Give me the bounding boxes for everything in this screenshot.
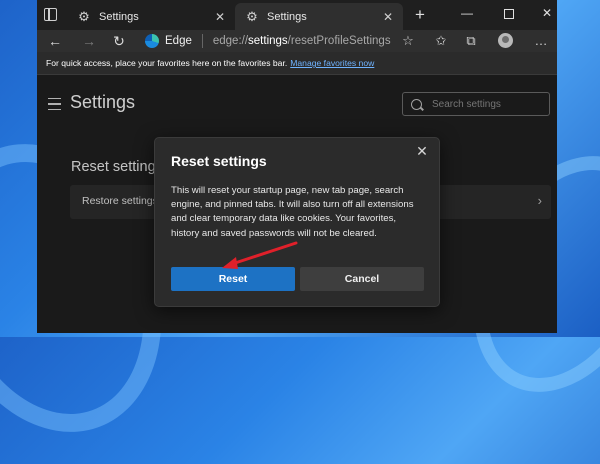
add-favorite-star-icon[interactable]: ☆ <box>399 30 417 52</box>
url-host: settings <box>248 35 288 47</box>
tab-title: Settings <box>267 10 307 23</box>
favorites-bar-hint: For quick access, place your favorites h… <box>46 58 288 68</box>
tab-close-icon[interactable]: ✕ <box>213 10 227 24</box>
tab-close-icon[interactable]: ✕ <box>381 10 395 24</box>
url-path: /resetProfileSettings <box>287 35 391 47</box>
dialog-message: This will reset your startup page, new t… <box>171 185 414 239</box>
manage-favorites-link[interactable]: Manage favorites now <box>290 58 374 68</box>
forward-button[interactable]: → <box>79 30 99 52</box>
gear-icon: ⚙ <box>78 8 90 24</box>
gear-icon: ⚙ <box>246 8 258 24</box>
favorites-bar: For quick access, place your favorites h… <box>37 52 557 75</box>
maximize-icon <box>504 8 514 19</box>
collections-icon[interactable]: ⧉ <box>461 30 481 52</box>
close-window-button[interactable]: ✕ <box>527 0 557 26</box>
minimize-button[interactable]: — <box>447 0 487 26</box>
tab-settings-1[interactable]: ⚙ Settings ✕ <box>67 3 235 30</box>
maximize-button[interactable] <box>489 0 529 26</box>
close-icon[interactable]: ✕ <box>414 143 430 159</box>
favorites-icon[interactable]: ✩ <box>431 30 451 52</box>
dialog-title: Reset settings <box>171 153 267 169</box>
address-divider <box>201 34 203 48</box>
tab-strip: ⚙ Settings ✕ ⚙ Settings ✕ + — ✕ <box>37 0 557 30</box>
reload-button[interactable]: ↻ <box>109 30 129 52</box>
url-scheme: edge:// <box>212 35 249 47</box>
back-button[interactable]: ← <box>45 30 65 52</box>
cancel-button[interactable]: Cancel <box>300 267 424 291</box>
new-tab-button[interactable]: + <box>411 4 429 26</box>
annotation-arrow-icon <box>222 241 298 269</box>
browser-toolbar: ← → ↻ Edge edge://settings/resetProfileS… <box>37 30 557 52</box>
tab-title: Settings <box>99 10 139 23</box>
profile-avatar[interactable] <box>498 33 513 48</box>
browser-brand-label: Edge <box>165 35 192 47</box>
tab-actions-icon[interactable] <box>43 7 59 23</box>
reset-settings-dialog: ✕ Reset settings This will reset your st… <box>154 137 440 307</box>
edge-logo-icon <box>145 34 159 48</box>
tab-settings-2[interactable]: ⚙ Settings ✕ <box>235 3 403 30</box>
address-bar[interactable]: Edge edge://settings/resetProfileSetting… <box>139 30 429 52</box>
more-menu-icon[interactable]: … <box>531 30 551 52</box>
